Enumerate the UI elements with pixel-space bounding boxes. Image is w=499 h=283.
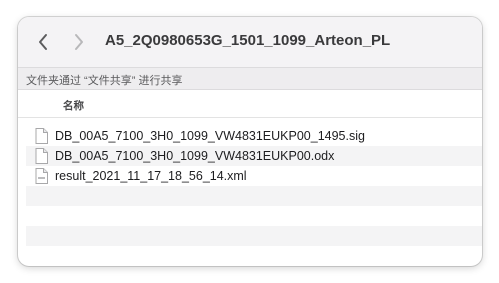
list-item[interactable]: DB_00A5_7100_3H0_1099_VW4831EUKP00.odx — [26, 146, 482, 166]
list-item[interactable]: result_2021_11_17_18_56_14.xml — [26, 166, 482, 186]
forward-button[interactable] — [68, 30, 90, 54]
back-button[interactable] — [32, 30, 54, 54]
file-name: DB_00A5_7100_3H0_1099_VW4831EUKP00.odx — [55, 149, 335, 163]
empty-row — [26, 186, 482, 206]
chevron-left-icon — [39, 34, 47, 50]
empty-row — [26, 226, 482, 246]
chevron-right-icon — [75, 34, 83, 50]
window-title: A5_2Q0980653G_1501_1099_Arteon_PL — [105, 32, 391, 49]
file-list: DB_00A5_7100_3H0_1099_VW4831EUKP00_1495.… — [26, 126, 482, 246]
file-name: DB_00A5_7100_3H0_1099_VW4831EUKP00_1495.… — [55, 129, 365, 143]
document-icon — [35, 148, 48, 164]
name-column-header[interactable]: 名称 — [63, 98, 84, 113]
file-name: result_2021_11_17_18_56_14.xml — [55, 169, 247, 183]
list-item[interactable]: DB_00A5_7100_3H0_1099_VW4831EUKP00_1495.… — [26, 126, 482, 146]
sharing-banner: 文件夹通过 “文件共享” 进行共享 — [18, 67, 482, 90]
xml-document-icon — [35, 168, 48, 184]
document-icon — [35, 128, 48, 144]
title-bar: A5_2Q0980653G_1501_1099_Arteon_PL — [18, 17, 482, 67]
sharing-banner-text: 文件夹通过 “文件共享” 进行共享 — [26, 75, 183, 87]
empty-row — [26, 206, 482, 226]
column-header: 名称 — [18, 90, 482, 118]
finder-window: A5_2Q0980653G_1501_1099_Arteon_PL 文件夹通过 … — [18, 17, 482, 266]
